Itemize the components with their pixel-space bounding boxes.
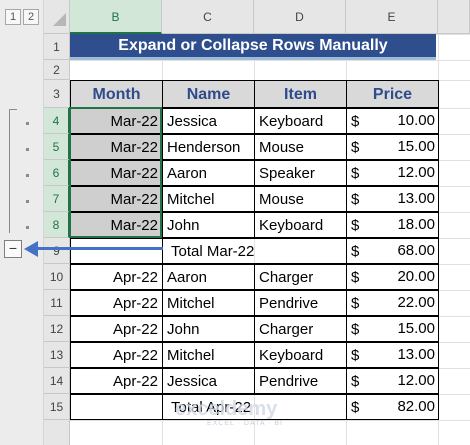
outline-dot (26, 226, 29, 229)
cell-blank[interactable] (70, 394, 163, 420)
total-price[interactable]: 82.00 (368, 394, 439, 420)
row-header-9[interactable]: 9 (44, 238, 70, 264)
row-header-15[interactable]: 15 (44, 394, 70, 420)
cell-name[interactable]: Aaron (162, 264, 255, 290)
column-header-c[interactable]: C (162, 0, 254, 34)
cell-name[interactable]: Jessica (162, 368, 255, 394)
outline-dot (26, 174, 29, 177)
cell-name[interactable]: John (162, 212, 255, 238)
cell-item[interactable]: Charger (254, 316, 347, 342)
cell-price[interactable]: 15.00 (368, 316, 439, 342)
cell-item[interactable]: Keyboard (254, 212, 347, 238)
header-item[interactable]: Item (254, 80, 347, 108)
watermark-tagline: EXCEL · DATA · BI (207, 420, 283, 427)
row-header-14[interactable]: 14 (44, 368, 70, 394)
cell-name[interactable]: Aaron (162, 160, 255, 186)
row-header-2[interactable]: 2 (44, 60, 70, 80)
annotation-arrow-shaft (37, 247, 163, 250)
row-header-6[interactable]: 6 (44, 160, 70, 186)
cell-month[interactable]: Apr-22 (70, 316, 163, 342)
outline-level-1-button[interactable]: 1 (5, 9, 21, 25)
outline-group-bracket (9, 109, 17, 233)
column-header-f[interactable] (438, 0, 470, 34)
header-name[interactable]: Name (162, 80, 255, 108)
total-label[interactable]: Total Mar-22 (162, 238, 347, 264)
total-price[interactable]: 68.00 (368, 238, 439, 264)
row-header-13[interactable]: 13 (44, 342, 70, 368)
cell-month[interactable]: Apr-22 (70, 290, 163, 316)
row-header-4[interactable]: 4 (44, 108, 70, 134)
outline-dot (26, 200, 29, 203)
cell-price[interactable]: 13.00 (368, 186, 439, 212)
cell-name[interactable]: Mitchel (162, 342, 255, 368)
row-header-10[interactable]: 10 (44, 264, 70, 290)
cell-month[interactable]: Apr-22 (70, 264, 163, 290)
cell-price[interactable]: 12.00 (368, 368, 439, 394)
cell-month[interactable]: Apr-22 (70, 342, 163, 368)
outline-gutter (0, 0, 44, 445)
cell-price[interactable]: 20.00 (368, 264, 439, 290)
outline-level-2-button[interactable]: 2 (23, 9, 39, 25)
cell-name[interactable]: John (162, 316, 255, 342)
gridline-horizontal (70, 60, 470, 61)
annotation-arrow-head-icon (24, 241, 38, 257)
cell-item[interactable]: Speaker (254, 160, 347, 186)
cell-name[interactable]: Mitchel (162, 186, 255, 212)
row-header-7[interactable]: 7 (44, 186, 70, 212)
column-header-b[interactable]: B (70, 0, 162, 34)
row-header-1[interactable]: 1 (44, 34, 70, 60)
cell-item[interactable]: Keyboard (254, 342, 347, 368)
sheet-title[interactable]: Expand or Collapse Rows Manually (70, 34, 436, 60)
header-price[interactable]: Price (346, 80, 439, 108)
row-header-11[interactable]: 11 (44, 290, 70, 316)
cell-item[interactable]: Charger (254, 264, 347, 290)
row-header-3[interactable]: 3 (44, 80, 70, 108)
column-header-d[interactable]: D (254, 0, 346, 34)
cell-name[interactable]: Henderson (162, 134, 255, 160)
cell-item[interactable]: Pendrive (254, 290, 347, 316)
outline-dot (26, 148, 29, 151)
outline-dot (26, 122, 29, 125)
row-header-12[interactable]: 12 (44, 316, 70, 342)
cell-price[interactable]: 10.00 (368, 108, 439, 134)
cell-item[interactable]: Pendrive (254, 368, 347, 394)
cell-name[interactable]: Jessica (162, 108, 255, 134)
select-all-triangle-icon (53, 13, 66, 26)
cell-item[interactable]: Mouse (254, 134, 347, 160)
cell-price[interactable]: 22.00 (368, 290, 439, 316)
collapse-group-button[interactable]: − (4, 240, 22, 258)
header-month[interactable]: Month (70, 80, 163, 108)
column-header-e[interactable]: E (346, 0, 438, 34)
cell-price[interactable]: 15.00 (368, 134, 439, 160)
row-header-5[interactable]: 5 (44, 134, 70, 160)
watermark-logo: exceldemy (175, 398, 278, 420)
cell-price[interactable]: 13.00 (368, 342, 439, 368)
cell-item[interactable]: Mouse (254, 186, 347, 212)
cell-item[interactable]: Keyboard (254, 108, 347, 134)
cell-price[interactable]: 18.00 (368, 212, 439, 238)
cell-selection-range (69, 107, 162, 238)
row-header-8[interactable]: 8 (44, 212, 70, 238)
cell-name[interactable]: Mitchel (162, 290, 255, 316)
cell-blank[interactable] (70, 238, 163, 264)
cell-price[interactable]: 12.00 (368, 160, 439, 186)
cell-month[interactable]: Apr-22 (70, 368, 163, 394)
